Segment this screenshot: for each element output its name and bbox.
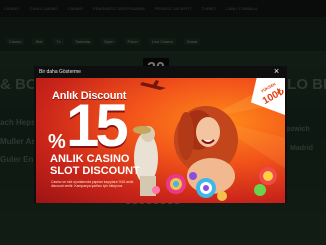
close-icon[interactable]: × bbox=[272, 67, 281, 76]
percent-sign: % bbox=[48, 131, 66, 153]
modal-header: Bir daha Gösterme × bbox=[34, 66, 287, 78]
fine-print: Casino ve slot oyunlarında yapılan kayıp… bbox=[51, 180, 134, 189]
woman-illustration bbox=[174, 106, 238, 194]
promo-banner[interactable]: Anlık Discount % 15 ANLIK CASINO SLOT DI… bbox=[36, 78, 285, 203]
candy-illustration bbox=[152, 167, 277, 201]
promo-line2: ANLIK CASINO bbox=[50, 153, 130, 165]
corner-badge: YÜKSEK 100₺ bbox=[251, 78, 285, 115]
dont-show-again-link[interactable]: Bir daha Gösterme bbox=[39, 69, 81, 75]
promo-modal: Bir daha Gösterme × Anlık Discount % 15 … bbox=[34, 66, 287, 203]
plane-icon bbox=[140, 80, 166, 90]
promo-line3: SLOT DISCOUNT bbox=[50, 165, 140, 177]
percent-value: 15 bbox=[66, 92, 129, 159]
